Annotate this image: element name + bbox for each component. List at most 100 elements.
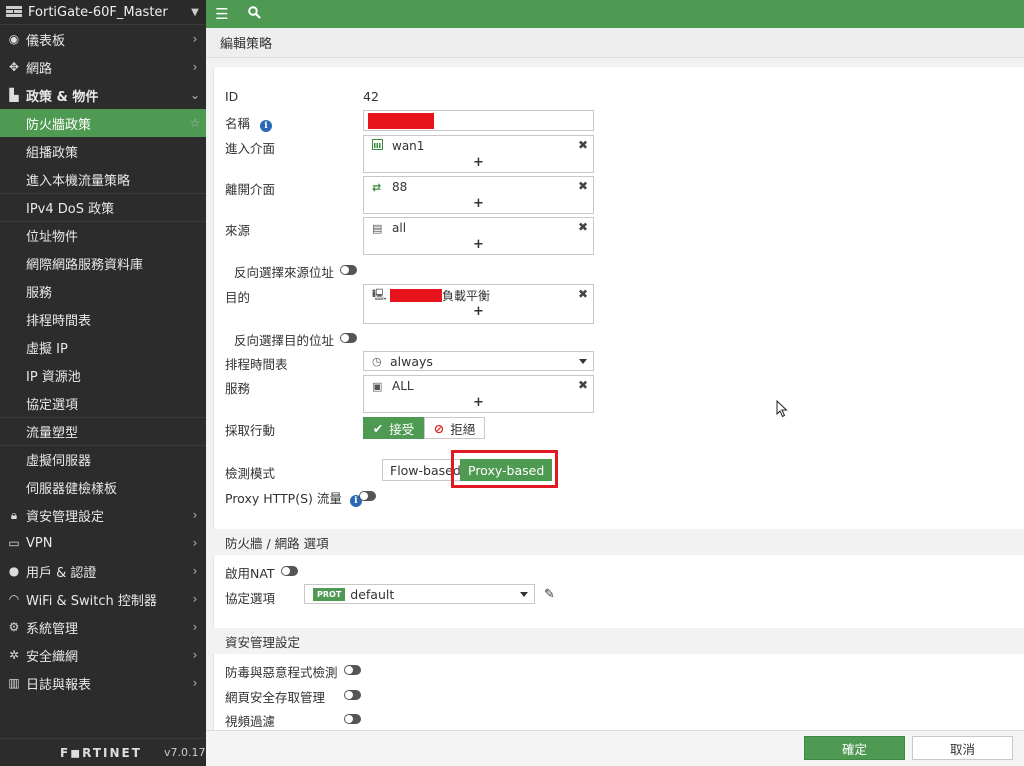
star-icon[interactable]: ☆: [184, 116, 206, 130]
nav-services[interactable]: 服務: [0, 277, 206, 305]
nav-vpn[interactable]: ▭ VPN ›: [0, 529, 206, 557]
add-entry-button[interactable]: +: [364, 305, 593, 321]
nav-label: 位址物件: [26, 230, 79, 245]
info-icon[interactable]: i: [260, 120, 272, 132]
add-entry-button[interactable]: +: [364, 156, 593, 172]
nav-firewall-policy[interactable]: 防火牆政策 ☆: [0, 109, 206, 137]
remove-icon[interactable]: ✖: [578, 220, 588, 234]
chevron-right-icon: ›: [192, 676, 198, 690]
nav-system[interactable]: ⚙ 系統管理 ›: [0, 613, 206, 641]
add-entry-button[interactable]: +: [364, 396, 593, 412]
protocol-options-label: 協定選項: [225, 591, 276, 606]
schedule-select[interactable]: ◷ always: [363, 351, 594, 371]
ok-label: 確定: [841, 741, 867, 757]
ok-button[interactable]: 確定: [804, 736, 905, 760]
outgoing-interface-field[interactable]: ⇄ 88 ✖ +: [363, 176, 594, 214]
nav-schedules[interactable]: 排程時間表: [0, 305, 206, 333]
nav-label: 組播政策: [26, 145, 79, 161]
mouse-cursor: [776, 399, 788, 421]
sidebar: FortiGate-60F_Master ▼ ◉ 儀表板 › ✥ 網路 › ▙ …: [0, 0, 206, 766]
device-icon: [6, 5, 24, 20]
gear-icon: ⚙: [8, 620, 20, 634]
nav-local-in-policy[interactable]: 進入本機流量策略: [0, 165, 206, 193]
destination-field[interactable]: 🖳︎ 負載平衡 ✖ +: [363, 284, 594, 324]
deny-button[interactable]: ⊘ 拒絕: [424, 417, 485, 439]
incoming-interface-label: 進入介面: [225, 141, 276, 156]
security-profiles-header: 資安管理設定: [213, 628, 1024, 654]
edit-pencil-icon[interactable]: ✎: [544, 587, 555, 602]
redacted-destination: [390, 288, 442, 302]
menu-icon[interactable]: ☰: [206, 5, 238, 23]
nav-label: 系統管理: [26, 621, 79, 637]
source-field[interactable]: ▤ all ✖ +: [363, 217, 594, 255]
chevron-down-icon[interactable]: ▼: [184, 7, 206, 18]
proxy-http-toggle[interactable]: [359, 491, 376, 501]
chevron-down-icon: ⌄: [189, 88, 201, 102]
action-label: 採取行動: [225, 423, 276, 438]
video-filter-label: 視頻過濾: [225, 714, 276, 729]
accept-button[interactable]: ✔ 接受: [363, 417, 424, 439]
caret-down-icon: [579, 359, 587, 364]
video-filter-toggle[interactable]: [344, 714, 361, 724]
name-input[interactable]: [363, 110, 594, 131]
nav-wifi-switch[interactable]: ◠ WiFi & Switch 控制器 ›: [0, 585, 206, 613]
device-selector[interactable]: FortiGate-60F_Master ▼: [0, 0, 206, 25]
service-icon: ▣: [372, 379, 383, 393]
negate-source-toggle[interactable]: [340, 265, 357, 275]
chevron-right-icon: ›: [192, 60, 198, 74]
nav-dos-policy[interactable]: IPv4 DoS 政策: [0, 193, 206, 221]
antivirus-toggle[interactable]: [344, 665, 361, 675]
remove-icon[interactable]: ✖: [578, 287, 588, 301]
nav-traffic-shaping[interactable]: 流量塑型: [0, 417, 206, 445]
nav-protocol-options[interactable]: 協定選項: [0, 389, 206, 417]
nat-toggle[interactable]: [281, 566, 298, 576]
remove-icon[interactable]: ✖: [578, 138, 588, 152]
name-label: 名稱 i: [225, 113, 272, 132]
nav-multicast-policy[interactable]: 組播政策: [0, 137, 206, 165]
remove-icon[interactable]: ✖: [578, 378, 588, 392]
nav-label: 虛擬伺服器: [26, 454, 92, 469]
nav-label: 用戶 & 認證: [26, 565, 97, 581]
nav-label: 防火牆政策: [26, 117, 92, 133]
negate-source-label: 反向選擇來源位址: [234, 265, 335, 280]
nav-log-report[interactable]: ▥ 日誌與報表 ›: [0, 669, 206, 697]
nav-policy-objects[interactable]: ▙ 政策 & 物件 ⌄: [0, 81, 206, 109]
nav-network[interactable]: ✥ 網路 ›: [0, 53, 206, 81]
lock-icon: 🔒︎: [10, 507, 18, 522]
destination-label: 目的: [225, 290, 251, 305]
vip-icon: 🖳︎: [372, 287, 387, 301]
nav-label: 安全織網: [26, 649, 79, 665]
nav-health-check[interactable]: 伺服器健檢樣板: [0, 473, 206, 501]
address-value: 負載平衡: [442, 288, 491, 303]
add-entry-button[interactable]: +: [364, 197, 593, 213]
cancel-button[interactable]: 取消: [912, 736, 1013, 760]
add-entry-button[interactable]: +: [364, 238, 593, 254]
protocol-value: default: [350, 586, 395, 602]
service-field[interactable]: ▣ ALL ✖ +: [363, 375, 594, 413]
remove-icon[interactable]: ✖: [578, 179, 588, 193]
nav-internet-service-db[interactable]: 網際網路服務資料庫: [0, 249, 206, 277]
web-filter-toggle[interactable]: [344, 690, 361, 700]
nav-virtual-servers[interactable]: 虛擬伺服器: [0, 445, 206, 473]
incoming-interface-field[interactable]: wan1 ✖ +: [363, 135, 594, 173]
protocol-options-select[interactable]: PROT default: [304, 584, 535, 604]
section-title: 資安管理設定: [225, 634, 301, 650]
chevron-right-icon: ›: [192, 508, 198, 522]
nav-dashboard[interactable]: ◉ 儀表板 ›: [0, 25, 206, 53]
policy-icon: ▙: [9, 88, 19, 102]
proxy-based-option[interactable]: Proxy-based: [460, 459, 553, 481]
nav-security-fabric[interactable]: ✲ 安全織網 ›: [0, 641, 206, 669]
nav-ip-pools[interactable]: IP 資源池: [0, 361, 206, 389]
id-label: ID: [225, 89, 239, 104]
redacted-name: [368, 113, 434, 129]
nav-label: 協定選項: [26, 397, 79, 413]
nav-label: 網路: [26, 61, 53, 77]
nav-user-auth[interactable]: ● 用戶 & 認證 ›: [0, 557, 206, 585]
nav-virtual-ips[interactable]: 虛擬 IP: [0, 333, 206, 361]
negate-destination-toggle[interactable]: [340, 333, 357, 343]
search-icon[interactable]: [238, 5, 270, 23]
nav-security-profiles[interactable]: 🔒︎ 資安管理設定 ›: [0, 501, 206, 529]
nav-label: VPN: [26, 535, 53, 551]
nav-addresses[interactable]: 位址物件: [0, 221, 206, 249]
laptop-icon: ▭: [8, 536, 20, 550]
